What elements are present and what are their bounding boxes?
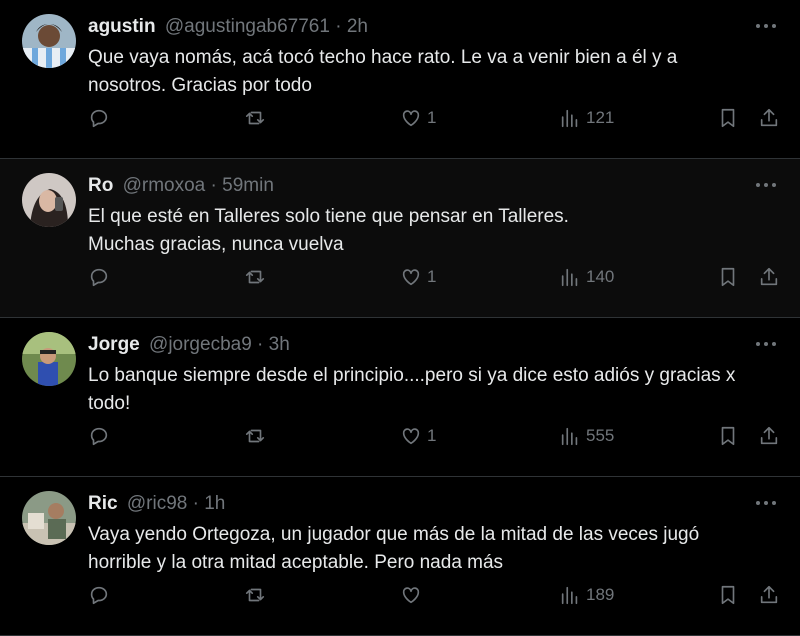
retweet-icon <box>245 111 265 125</box>
author-name[interactable]: Ric <box>88 493 118 514</box>
share-button[interactable] <box>758 416 780 456</box>
author-name[interactable]: Ro <box>88 175 113 196</box>
views-icon <box>561 109 578 128</box>
like-button[interactable]: 1 <box>400 98 436 138</box>
avatar[interactable] <box>22 332 76 386</box>
views-icon <box>561 427 578 446</box>
views-button[interactable]: 555 <box>559 416 614 456</box>
author-handle-time[interactable]: @agustingab67761 · 2h <box>165 16 368 37</box>
avatar[interactable] <box>22 173 76 227</box>
tweet-text: El que esté en Talleres solo tiene que p… <box>88 203 748 259</box>
reply-button[interactable] <box>88 416 110 456</box>
bookmark-icon <box>721 108 735 128</box>
reply-button[interactable] <box>88 257 110 297</box>
bookmark-button[interactable] <box>717 575 739 615</box>
more-icon <box>756 183 776 187</box>
retweet-button[interactable] <box>244 98 266 138</box>
tweet-text: Lo banque siempre desde el principio....… <box>88 365 736 414</box>
views-button[interactable]: 140 <box>559 257 614 297</box>
retweet-button[interactable] <box>244 416 266 456</box>
tweet[interactable]: Ro @rmoxoa · 59min El que esté en Taller… <box>0 159 800 318</box>
share-icon <box>760 108 778 127</box>
avatar-photo <box>22 491 76 545</box>
like-count: 1 <box>427 108 437 127</box>
share-button[interactable] <box>758 98 780 138</box>
views-button[interactable]: 121 <box>559 98 614 138</box>
reply-icon <box>90 268 108 287</box>
like-icon <box>402 428 420 445</box>
views-count: 121 <box>586 108 615 127</box>
like-icon <box>402 110 420 127</box>
tweet[interactable]: Ric @ric98 · 1h Vaya yendo Ortegoza, un … <box>0 477 800 636</box>
share-icon <box>760 585 778 604</box>
views-icon <box>561 586 578 605</box>
tweet-text-line: El que esté en Talleres solo tiene que p… <box>88 206 569 227</box>
tweet[interactable]: Jorge @jorgecba9 · 3h Lo banque siempre … <box>0 318 800 477</box>
tweet-actions: 189 <box>88 575 784 615</box>
bookmark-icon <box>721 426 735 446</box>
share-icon <box>760 267 778 286</box>
bookmark-icon <box>721 267 735 287</box>
reply-icon <box>90 109 108 128</box>
tweet[interactable]: agustin @agustingab67761 · 2h Que vaya n… <box>0 0 800 159</box>
share-icon <box>760 426 778 445</box>
reply-button[interactable] <box>88 98 110 138</box>
bookmark-button[interactable] <box>717 98 739 138</box>
tweet-actions: 1 555 <box>88 416 784 456</box>
avatar-photo <box>22 332 76 386</box>
views-button[interactable]: 189 <box>559 575 614 615</box>
retweet-icon <box>245 270 265 284</box>
share-button[interactable] <box>758 575 780 615</box>
author-name[interactable]: Jorge <box>88 334 140 355</box>
reply-icon <box>90 586 108 605</box>
views-icon <box>561 268 578 287</box>
views-count: 189 <box>586 585 615 604</box>
tweet-actions: 1 121 <box>88 98 784 138</box>
avatar[interactable] <box>22 14 76 68</box>
like-button[interactable]: 1 <box>400 416 436 456</box>
like-icon <box>402 269 420 286</box>
author-handle-time[interactable]: @rmoxoa · 59min <box>123 175 274 196</box>
reply-button[interactable] <box>88 575 110 615</box>
author-name[interactable]: agustin <box>88 16 156 37</box>
bookmark-button[interactable] <box>717 257 739 297</box>
like-count: 1 <box>427 267 437 286</box>
more-options-button[interactable] <box>752 171 780 199</box>
share-button[interactable] <box>758 257 780 297</box>
like-button[interactable] <box>400 575 427 615</box>
avatar[interactable] <box>22 491 76 545</box>
tweet-text: Vaya yendo Ortegoza, un jugador que más … <box>88 524 700 573</box>
bookmark-button[interactable] <box>717 416 739 456</box>
tweet-text: Que vaya nomás, acá tocó techo hace rato… <box>88 47 678 96</box>
like-count: 1 <box>427 426 437 445</box>
avatar-photo <box>22 14 76 68</box>
retweet-icon <box>245 429 265 443</box>
views-count: 555 <box>586 426 615 445</box>
more-options-button[interactable] <box>752 330 780 358</box>
more-icon <box>756 342 776 346</box>
tweet-actions: 1 140 <box>88 257 784 297</box>
like-icon <box>402 587 420 604</box>
more-options-button[interactable] <box>752 12 780 40</box>
more-options-button[interactable] <box>752 489 780 517</box>
author-handle-time[interactable]: @jorgecba9 · 3h <box>149 334 290 355</box>
retweet-button[interactable] <box>244 257 266 297</box>
tweet-text-line: Muchas gracias, nunca vuelva <box>88 234 344 255</box>
more-icon <box>756 24 776 28</box>
views-count: 140 <box>586 267 615 286</box>
bookmark-icon <box>721 585 735 605</box>
retweet-icon <box>245 588 265 602</box>
reply-icon <box>90 427 108 446</box>
like-button[interactable]: 1 <box>400 257 436 297</box>
retweet-button[interactable] <box>244 575 266 615</box>
more-icon <box>756 501 776 505</box>
author-handle-time[interactable]: @ric98 · 1h <box>127 493 226 514</box>
avatar-photo <box>22 173 76 227</box>
